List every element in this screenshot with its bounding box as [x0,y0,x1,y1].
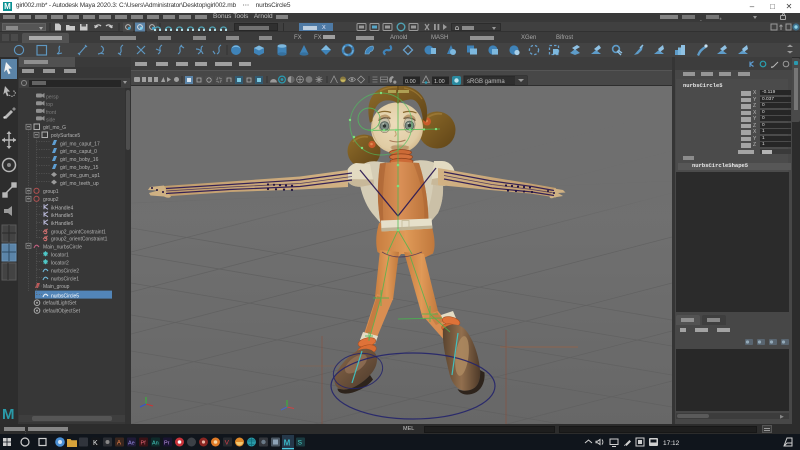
svg-text:ikHandle5: ikHandle5 [51,213,73,219]
svg-text:group2_orientConstraint1: group2_orientConstraint1 [51,236,108,242]
svg-text:front: front [46,110,57,116]
svg-text:Main_nurbsCircle: Main_nurbsCircle [43,244,82,250]
svg-text:0.00: 0.00 [405,79,416,85]
svg-text:girl_mo_G: girl_mo_G [43,125,66,131]
svg-text:group2_pointConstraint1: group2_pointConstraint1 [51,229,106,235]
svg-text:girl_mo_gum_up1: girl_mo_gum_up1 [60,173,100,179]
svg-text:M: M [284,439,291,448]
svg-text:ikHandle6: ikHandle6 [51,221,73,227]
svg-text:polySurface5: polySurface5 [51,133,80,139]
svg-text:A: A [117,440,122,447]
svg-text:group2: group2 [43,197,59,203]
svg-text:group1: group1 [43,189,59,195]
svg-text:1.00: 1.00 [434,79,445,85]
svg-text:defaultObjectSet: defaultObjectSet [43,309,81,315]
svg-text:locator1: locator1 [51,252,69,258]
svg-text:nurbsCircle5: nurbsCircle5 [51,293,79,299]
svg-text:girl_mo_boby_15: girl_mo_boby_15 [60,165,99,171]
svg-text:girl_mo_caput_17: girl_mo_caput_17 [60,141,100,147]
svg-text:girl_mo_boby_16: girl_mo_boby_16 [60,157,99,163]
svg-text:nurbsCircle2: nurbsCircle2 [51,268,79,274]
svg-text:M: M [2,406,15,423]
svg-text:ikHandle4: ikHandle4 [51,205,73,211]
svg-text:nurbsCircle1: nurbsCircle1 [51,276,79,282]
svg-text:top: top [46,102,53,108]
svg-text:locator2: locator2 [51,260,69,266]
svg-text:Ae: Ae [128,440,135,446]
svg-text:S: S [298,440,303,447]
svg-text:side: side [46,117,55,123]
svg-text:girl_mo_caput_0: girl_mo_caput_0 [60,149,97,155]
svg-text:K: K [93,440,98,447]
svg-text:defaultLightSet: defaultLightSet [43,301,77,307]
svg-text:girl_mo_teeth_up: girl_mo_teeth_up [60,181,99,187]
svg-text:Pr: Pr [164,440,170,446]
svg-text:Pf: Pf [141,440,147,446]
svg-text:persp: persp [46,94,59,100]
svg-text:17:12: 17:12 [663,440,680,447]
svg-text:sRGB gamma: sRGB gamma [467,79,505,85]
svg-text:An: An [152,440,159,446]
svg-text:V: V [225,440,230,447]
svg-text:Main_group: Main_group [43,284,70,290]
